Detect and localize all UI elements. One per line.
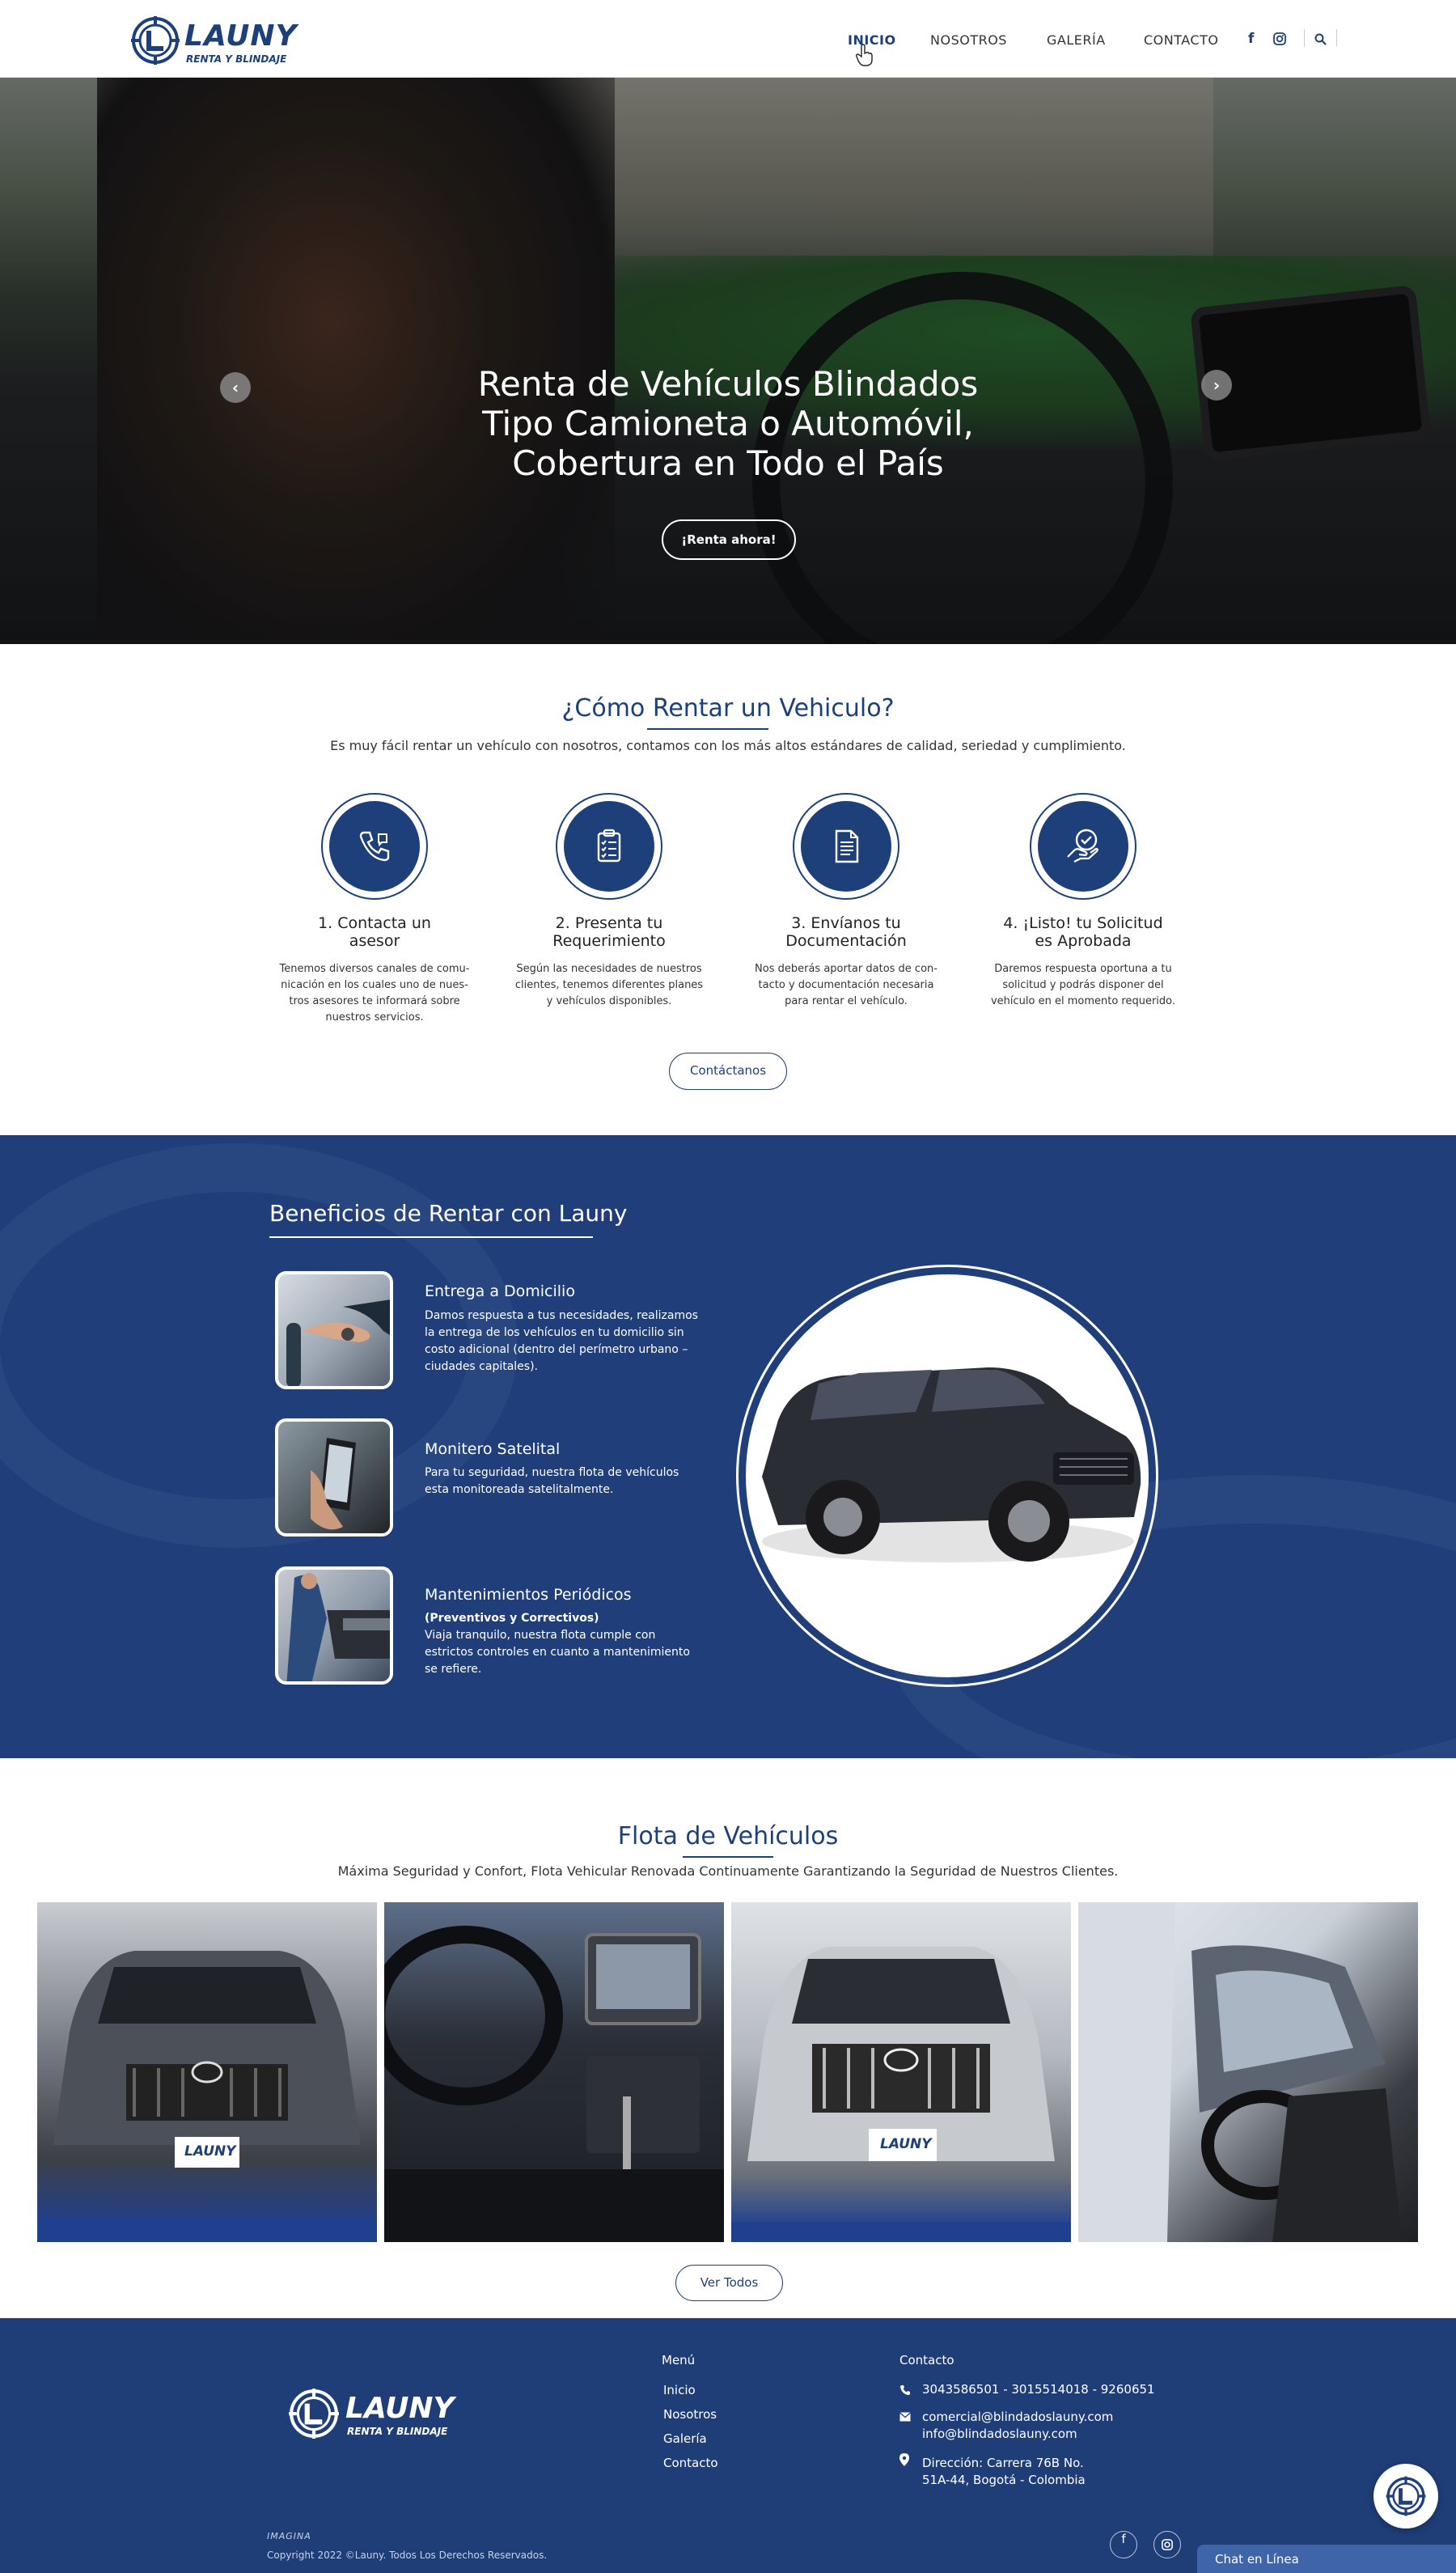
benefit-text-body: Viaja tranquilo, nuestra flota cumple co… (425, 1629, 690, 1676)
launy-emblem-icon (289, 2389, 339, 2439)
launy-emblem-icon (131, 16, 180, 65)
nav-galeria[interactable]: GALERÍA (1047, 32, 1106, 48)
benefit-title: Monitero Satelital (425, 1440, 561, 1458)
logo-wordmark: LAUNY (184, 19, 298, 53)
site-footer (0, 2318, 1456, 2573)
benefits-section: Beneficios de Rentar con Launy Entrega a… (0, 1135, 1456, 1758)
phone-icon (900, 2385, 910, 2395)
fleet-photo-suv-front-grey[interactable]: LAUNY (37, 1902, 377, 2242)
benefit-title: Entrega a Domicilio (425, 1282, 575, 1300)
site-header: LAUNY RENTA Y BLINDAJE INICIO NOSOTROS G… (0, 0, 1456, 78)
slider-next-arrow[interactable]: › (1201, 370, 1232, 401)
benefits-title: Beneficios de Rentar con Launy (269, 1200, 628, 1227)
step-text: Tenemos diversos canales de comu- nicaci… (279, 963, 470, 1024)
footer-link-galeria[interactable]: Galería (663, 2431, 707, 2446)
footer-logo[interactable]: LAUNY RENTA Y BLINDAJE (287, 2387, 465, 2444)
phone-in-car-photo (311, 1438, 356, 1530)
logo-tagline: RENTA Y BLINDAJE (347, 2426, 448, 2437)
footer-emails[interactable]: comercial@blindadoslauny.com info@blinda… (922, 2409, 1113, 2443)
imagina-credit-logo[interactable]: IMAGINA (267, 2531, 311, 2541)
launy-logo[interactable]: LAUNY RENTA Y BLINDAJE (129, 15, 297, 65)
contact-us-button[interactable]: Contáctanos (669, 1053, 787, 1090)
hero-title-line: Tipo Camioneta o Automóvil, (482, 404, 974, 443)
how-to-rent-subtitle: Es muy fácil rentar un vehículo con noso… (330, 738, 1126, 753)
benefit-text: Para tu seguridad, nuestra flota de vehí… (425, 1466, 679, 1496)
step-text: Daremos respuesta oportuna a tu solicitu… (990, 963, 1176, 1007)
step-contact: 1. Contacta un asesor Tenemos diversos c… (273, 793, 476, 1026)
suv-photo (762, 1367, 1141, 1562)
nav-contacto[interactable]: CONTACTO (1144, 32, 1218, 48)
logo-tagline: RENTA Y BLINDAJE (186, 53, 287, 65)
fleet-photo-suv-front-silver[interactable]: LAUNY (731, 1902, 1071, 2242)
suv-image (746, 1274, 1149, 1677)
slider-prev-arrow[interactable]: ‹ (220, 372, 251, 403)
hand-cursor-icon (856, 44, 873, 66)
search-icon[interactable] (1314, 33, 1327, 45)
fleet-photo-interior-dashboard[interactable] (384, 1902, 724, 2242)
chat-online-tab[interactable]: Chat en Línea (1197, 2545, 1456, 2573)
step-title: 2. Presenta tu Requerimiento (552, 914, 666, 950)
maintenance-thumbnail (275, 1566, 393, 1685)
footer-link-inicio[interactable]: Inicio (663, 2383, 696, 2397)
copyright-text: Copyright 2022 ©Launy. Todos Los Derecho… (267, 2550, 548, 2561)
phone-icon (359, 831, 390, 862)
footer-link-nosotros[interactable]: Nosotros (663, 2407, 717, 2422)
step-approved: 4. ¡Listo! tu Solicitud es Aprobada Dare… (982, 793, 1184, 1010)
hero-title: Renta de Vehículos Blindados Tipo Camion… (404, 364, 1052, 483)
how-to-rent-title: ¿Cómo Rentar un Vehiculo? (561, 694, 895, 723)
fleet-title: Flota de Vehículos (617, 1822, 839, 1850)
launy-emblem-icon (1386, 2476, 1426, 2516)
benefit-emphasis: (Preventivos y Correctivos) (425, 1612, 599, 1625)
mechanic-photo (286, 1573, 390, 1681)
plate-text: LAUNY (880, 2136, 932, 2152)
step-text: Según las necesidades de nuestros client… (514, 963, 704, 1007)
approved-hand-icon (1067, 829, 1098, 863)
title-underline (647, 728, 768, 730)
clipboard-icon (597, 829, 621, 863)
fleet-photo-interior-door[interactable] (1078, 1902, 1418, 2242)
step-request: 2. Presenta tu Requerimiento Según las n… (508, 793, 710, 1010)
step-title: 3. Envíanos tu Documentación (785, 914, 907, 950)
envelope-icon (899, 2412, 911, 2422)
title-underline (683, 1856, 773, 1858)
benefit-text: (Preventivos y Correctivos) Viaja tranqu… (425, 1610, 700, 1678)
benefit-text: Damos respuesta a tus necesidades, reali… (425, 1309, 698, 1373)
instagram-icon (1162, 2539, 1173, 2550)
step-text: Nos deberás aportar datos de con- tacto … (755, 963, 938, 1007)
hero-title-line: Renta de Vehículos Blindados (477, 364, 979, 404)
title-underline (269, 1236, 593, 1238)
footer-link-contacto[interactable]: Contacto (663, 2456, 718, 2470)
footer-facebook-icon[interactable]: f (1110, 2531, 1137, 2558)
header-divider (1304, 29, 1305, 47)
instagram-icon[interactable] (1273, 32, 1286, 45)
nav-nosotros[interactable]: NOSOTROS (930, 32, 1007, 48)
logo-wordmark: LAUNY (345, 2392, 455, 2425)
delivery-thumbnail (275, 1271, 393, 1389)
footer-instagram-icon[interactable] (1153, 2531, 1181, 2558)
rent-now-button[interactable]: ¡Renta ahora! (662, 519, 796, 560)
hero-title-line: Cobertura en Todo el País (512, 443, 944, 483)
chat-launcher-button[interactable] (1373, 2464, 1438, 2528)
facebook-icon[interactable]: f (1248, 31, 1254, 47)
document-icon (835, 829, 859, 863)
plate-text: LAUNY (184, 2143, 236, 2160)
benefit-title: Mantenimientos Periódicos (425, 1586, 632, 1604)
footer-phones: 3043586501 - 3015514018 - 9260651 (922, 2382, 1155, 2397)
header-divider (1336, 29, 1337, 47)
footer-contact-title: Contacto (899, 2353, 954, 2367)
satellite-thumbnail (275, 1418, 393, 1537)
map-pin-icon (899, 2453, 909, 2466)
key-handover-photo (278, 1274, 390, 1386)
footer-address: Dirección: Carrera 76B No. 51A-44, Bogot… (922, 2456, 1086, 2487)
step-title: 1. Contacta un asesor (318, 914, 431, 950)
fleet-subtitle: Máxima Seguridad y Confort, Flota Vehicu… (337, 1863, 1119, 1879)
footer-menu-title: Menú (662, 2353, 696, 2367)
step-documents: 3. Envíanos tu Documentación Nos deberás… (745, 793, 947, 1010)
step-title: 4. ¡Listo! tu Solicitud es Aprobada (1003, 914, 1163, 950)
view-all-button[interactable]: Ver Todos (675, 2265, 783, 2301)
hero-slider: ‹ › Renta de Vehículos Blindados Tipo Ca… (0, 78, 1456, 644)
